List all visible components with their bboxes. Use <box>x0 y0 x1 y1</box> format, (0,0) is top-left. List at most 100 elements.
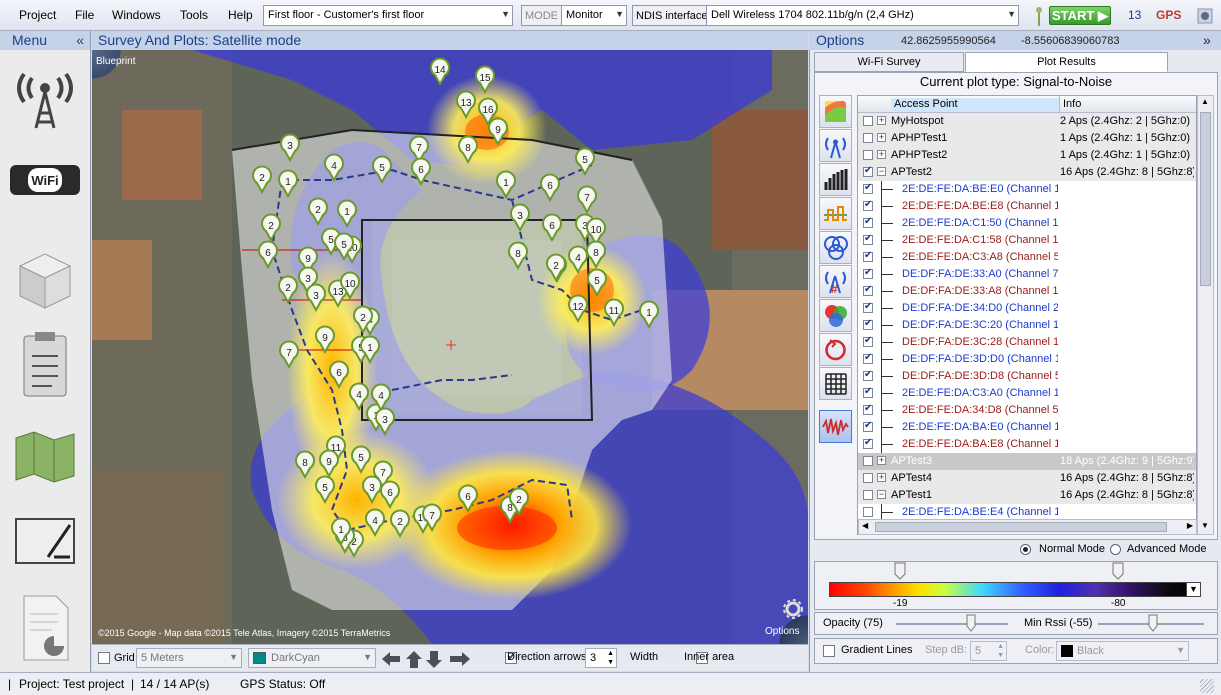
plot-noise-button[interactable] <box>819 410 852 443</box>
opacity-slider-thumb[interactable] <box>966 614 976 632</box>
ap-bssid-row[interactable]: 2E:DE:FE:DA:C3:A0 (Channel 12) <box>858 385 1196 402</box>
report-icon[interactable] <box>8 590 82 664</box>
ap-group-row[interactable]: + APTest4 16 Aps (2.4Ghz: 8 | 5Ghz:8) <box>858 470 1196 487</box>
resize-grip[interactable] <box>1200 679 1214 693</box>
ap-checkbox[interactable] <box>863 437 873 449</box>
satellite-map[interactable]: 1415131693874562151672125331068769105831… <box>92 50 808 644</box>
scroll-down-icon[interactable]: ▼ <box>1201 521 1209 530</box>
expand-toggle-icon[interactable]: − <box>877 167 886 176</box>
expand-toggle-icon[interactable]: + <box>877 150 886 159</box>
ap-bssid-row[interactable]: DE:DF:FA:DE:3D:D8 (Channel 52 <box>858 368 1196 385</box>
ap-bssid-row[interactable]: DE:DF:FA:DE:33:A0 (Channel 7) <box>858 266 1196 283</box>
gps-button[interactable]: GPS <box>1156 8 1181 22</box>
plot-overlap-button[interactable] <box>819 231 852 264</box>
adapter-select[interactable]: Dell Wireless 1704 802.11b/g/n (2,4 GHz)… <box>706 5 1019 26</box>
table-hscrollbar[interactable]: ◀ ▶ <box>858 519 1197 535</box>
blueprint-icon[interactable] <box>8 505 82 579</box>
plot-ap-count-button[interactable]: # <box>819 265 852 298</box>
mode-select[interactable]: Monitor ▼ <box>561 5 627 26</box>
opacity-slider[interactable] <box>896 623 1008 625</box>
ap-checkbox[interactable] <box>863 335 873 347</box>
ap-checkbox[interactable] <box>863 165 873 177</box>
plot-ap-coverage-button[interactable] <box>819 129 852 162</box>
scroll-thumb[interactable] <box>1200 112 1211 286</box>
ap-bssid-row[interactable]: 2E:DE:FE:DA:BA:E8 (Channel 10 <box>858 436 1196 453</box>
ap-bssid-row[interactable]: 2E:DE:FE:DA:C3:A8 (Channel 52) <box>858 249 1196 266</box>
ap-checkbox[interactable] <box>863 133 873 143</box>
scale-thumb-left[interactable] <box>894 562 906 580</box>
ap-checkbox[interactable] <box>863 233 873 245</box>
ap-group-row[interactable]: + MyHotspot 2 Aps (2.4Ghz: 2 | 5Ghz:0) <box>858 113 1196 130</box>
ap-bssid-row[interactable]: 2E:DE:FE:DA:BE:E8 (Channel 10 <box>858 198 1196 215</box>
ap-checkbox[interactable] <box>863 386 873 398</box>
box-icon[interactable] <box>8 240 82 314</box>
ap-checkbox[interactable] <box>863 456 873 466</box>
ap-checkbox[interactable] <box>863 267 873 279</box>
menu-file[interactable]: File <box>75 8 94 22</box>
advanced-mode-radio[interactable] <box>1110 544 1121 555</box>
ap-group-row[interactable]: − APTest1 16 Aps (2.4Ghz: 8 | 5Ghz:8) <box>858 487 1196 504</box>
ap-checkbox[interactable] <box>863 318 873 330</box>
plot-signal-strength-button[interactable] <box>819 95 852 128</box>
ap-checkbox[interactable] <box>863 473 873 483</box>
ap-bssid-row[interactable]: 2E:DE:FE:DA:C1:50 (Channel 11) <box>858 215 1196 232</box>
ap-group-row[interactable]: + APHPTest1 1 Aps (2.4Ghz: 1 | 5Ghz:0) <box>858 130 1196 147</box>
menu-windows[interactable]: Windows <box>112 8 161 22</box>
ap-bssid-row[interactable]: DE:DF:FA:DE:3D:D0 (Channel 12 <box>858 351 1196 368</box>
menu-tools[interactable]: Tools <box>180 8 208 22</box>
ap-checkbox[interactable] <box>863 490 873 500</box>
width-stepper[interactable]: 3 ▲ ▼ <box>585 648 617 668</box>
ap-bssid-row[interactable]: 2E:DE:FE:DA:34:D8 (Channel 52 <box>858 402 1196 419</box>
antenna-tower-icon[interactable] <box>8 58 82 132</box>
ap-bssid-row[interactable]: 2E:DE:FE:DA:BA:E0 (Channel 13 <box>858 419 1196 436</box>
ap-checkbox[interactable] <box>863 250 873 262</box>
chevron-down-icon[interactable]: ▼ <box>1186 582 1201 597</box>
scroll-up-icon[interactable]: ▲ <box>1201 97 1209 106</box>
plot-network-color-button[interactable] <box>819 299 852 332</box>
ap-checkbox[interactable] <box>863 369 873 381</box>
tab-wifi-survey[interactable]: Wi-Fi Survey <box>814 52 964 72</box>
ap-bssid-row[interactable]: DE:DF:FA:DE:3C:20 (Channel 13) <box>858 317 1196 334</box>
grid-checkbox[interactable] <box>98 652 110 665</box>
ap-checkbox[interactable] <box>863 182 873 194</box>
col-access-point[interactable]: Access Point <box>891 98 1059 112</box>
ap-bssid-row[interactable]: DE:DF:FA:DE:33:A8 (Channel 116 <box>858 283 1196 300</box>
clipboard-checklist-icon[interactable] <box>8 328 82 402</box>
collapse-options-button[interactable]: » <box>1203 32 1211 48</box>
ap-checkbox[interactable] <box>863 420 873 432</box>
color-select[interactable]: DarkCyan ▼ <box>248 648 376 668</box>
ap-checkbox[interactable] <box>863 352 873 364</box>
expand-toggle-icon[interactable]: − <box>877 490 886 499</box>
plot-channel-button[interactable] <box>819 197 852 230</box>
ap-checkbox[interactable] <box>863 403 873 415</box>
tab-plot-results[interactable]: Plot Results <box>965 52 1168 72</box>
ap-group-row[interactable]: −APTest2 16 Aps (2.4Ghz: 8 | 5Ghz:8) <box>858 164 1196 181</box>
grid-size-select[interactable]: 5 Meters ▼ <box>136 648 242 668</box>
collapse-menu-button[interactable]: « <box>76 32 84 48</box>
expand-toggle-icon[interactable]: + <box>877 133 886 142</box>
expand-toggle-icon[interactable]: + <box>877 456 886 465</box>
survey-map[interactable]: 1415131693874562151672125331068769105831… <box>92 50 808 644</box>
col-info[interactable]: Info <box>1060 98 1081 110</box>
step-db-stepper[interactable]: 5 ▲ ▼ <box>970 641 1007 661</box>
access-point-table[interactable]: Access Point Info + MyHotspot 2 Aps (2.4Gh… <box>857 95 1197 535</box>
ap-bssid-row[interactable]: DE:DF:FA:DE:34:D0 (Channel 2) <box>858 300 1196 317</box>
menu-help[interactable]: Help <box>228 8 253 22</box>
scale-thumb-right[interactable] <box>1112 562 1124 580</box>
expand-toggle-icon[interactable]: + <box>877 116 886 125</box>
expand-toggle-icon[interactable]: + <box>877 473 886 482</box>
ap-checkbox[interactable] <box>863 150 873 160</box>
ap-checkbox[interactable] <box>863 301 873 313</box>
gradient-lines-checkbox[interactable] <box>823 645 835 658</box>
map-icon[interactable] <box>8 418 82 492</box>
arrow-controls[interactable] <box>380 649 472 669</box>
ap-checkbox[interactable] <box>863 284 873 296</box>
plot-snr-button[interactable] <box>819 333 852 366</box>
menu-project[interactable]: Project <box>19 8 56 22</box>
ap-checkbox[interactable] <box>863 507 873 517</box>
line-color-select[interactable]: Black ▼ <box>1056 641 1189 661</box>
min-rssi-slider-thumb[interactable] <box>1148 614 1158 632</box>
satellite-icon[interactable] <box>1196 7 1214 25</box>
ap-bssid-row[interactable]: 2E:DE:FE:DA:C1:58 (Channel 132 <box>858 232 1196 249</box>
normal-mode-radio[interactable] <box>1020 544 1031 555</box>
